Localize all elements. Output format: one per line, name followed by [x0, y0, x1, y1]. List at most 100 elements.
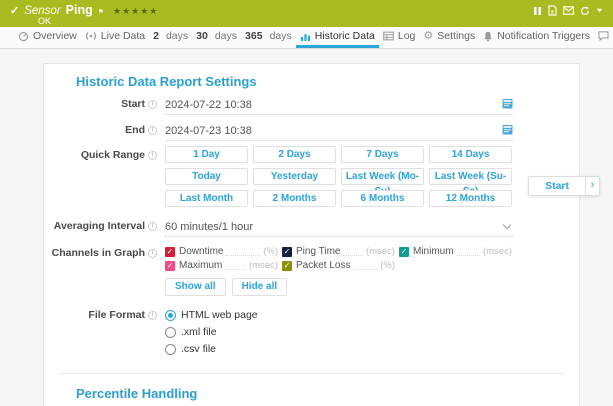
- radio-icon[interactable]: [165, 327, 176, 338]
- start-report-split-button: Start ›: [528, 176, 600, 196]
- report-icon[interactable]: [548, 5, 557, 16]
- quick-range-yesterday-button[interactable]: Yesterday: [253, 168, 336, 185]
- channel-unit: (msec): [366, 246, 395, 257]
- info-icon[interactable]: i: [148, 151, 157, 160]
- channel-minimum[interactable]: ✓ Minimum (msec): [399, 246, 512, 257]
- dotted-leader: [226, 248, 260, 256]
- tab-notification-triggers[interactable]: Notification Triggers: [479, 27, 594, 48]
- quick-range-6-months-button[interactable]: 6 Months: [341, 190, 424, 207]
- refresh-icon[interactable]: [580, 6, 590, 16]
- tab-30-days[interactable]: 30days: [192, 27, 241, 48]
- start-date-value[interactable]: 2024-07-22 10:38: [165, 99, 502, 111]
- quick-range-1-day-button[interactable]: 1 Day: [165, 146, 248, 163]
- end-row: Endi 2024-07-23 10:38: [44, 121, 579, 141]
- channels-label: Channels in Graph: [52, 247, 145, 259]
- info-icon[interactable]: i: [148, 249, 157, 258]
- checkbox-checked-icon[interactable]: ✓: [282, 247, 292, 257]
- start-row: Starti 2024-07-22 10:38: [44, 95, 579, 115]
- show-all-button[interactable]: Show all: [165, 278, 226, 296]
- main-content: Historic Data Report Settings Starti 202…: [0, 49, 613, 406]
- channel-maximum[interactable]: ✓ Maximum (msec): [165, 260, 278, 271]
- quick-range-12-months-button[interactable]: 12 Months: [429, 190, 512, 207]
- averaging-interval-label: Averaging Interval: [54, 220, 145, 232]
- tab-label: Log: [398, 30, 416, 42]
- quick-range-today-button[interactable]: Today: [165, 168, 248, 185]
- hide-all-button[interactable]: Hide all: [232, 278, 288, 296]
- bell-icon: [483, 31, 493, 42]
- pause-icon[interactable]: [533, 6, 542, 16]
- checkbox-checked-icon[interactable]: ✓: [282, 261, 292, 271]
- start-report-button[interactable]: Start: [529, 177, 585, 195]
- end-date-field[interactable]: 2024-07-23 10:38: [165, 121, 513, 141]
- sensor-header: ✓ Sensor Ping ⚑ ★★★★★ OK: [0, 0, 613, 27]
- averaging-interval-row: Averaging Intervali 60 minutes/1 hour: [44, 217, 579, 237]
- channel-packet-loss[interactable]: ✓ Packet Loss (%): [282, 260, 395, 271]
- dotted-leader: [343, 248, 363, 256]
- file-format-row: File Formati HTML web page .xml file .cs…: [44, 309, 579, 360]
- option-label: .xml file: [181, 326, 217, 338]
- radio-icon[interactable]: [165, 344, 176, 355]
- channel-downtime[interactable]: ✓ Downtime (%): [165, 246, 278, 257]
- end-date-value[interactable]: 2024-07-23 10:38: [165, 125, 502, 137]
- start-options-chevron[interactable]: ›: [585, 177, 599, 195]
- quick-range-last-week-mo-su-button[interactable]: Last Week (Mo-Su): [341, 168, 424, 185]
- tab-historic-data[interactable]: Historic Data: [296, 27, 379, 48]
- quick-range-2-months-button[interactable]: 2 Months: [253, 190, 336, 207]
- info-icon[interactable]: i: [148, 222, 157, 231]
- channel-name: Downtime: [179, 246, 223, 257]
- info-icon[interactable]: i: [148, 311, 157, 320]
- file-format-html-option[interactable]: HTML web page: [165, 309, 513, 321]
- option-label: HTML web page: [181, 309, 258, 321]
- tab-settings[interactable]: ⚙ Settings: [419, 27, 479, 48]
- caret-down-icon[interactable]: [596, 8, 603, 13]
- email-icon[interactable]: [563, 6, 574, 15]
- quick-range-last-week-su-sa-button[interactable]: Last Week (Su-Sa): [429, 168, 512, 185]
- radio-selected-icon[interactable]: [165, 310, 176, 321]
- tab-365-days[interactable]: 365days: [241, 27, 296, 48]
- quick-range-7-days-button[interactable]: 7 Days: [341, 146, 424, 163]
- overview-icon: [18, 31, 29, 42]
- tab-2-days[interactable]: 2 days: [149, 27, 192, 48]
- checkbox-checked-icon[interactable]: ✓: [399, 247, 409, 257]
- quick-range-14-days-button[interactable]: 14 Days: [429, 146, 512, 163]
- start-date-field[interactable]: 2024-07-22 10:38: [165, 95, 513, 115]
- status-badge: OK: [38, 16, 603, 26]
- sensor-tab-bar: Overview Live Data 2days 30days 365days …: [0, 27, 613, 49]
- log-icon: [383, 31, 394, 41]
- tab-live-data[interactable]: Live Data: [81, 27, 149, 48]
- file-format-label: File Format: [88, 309, 145, 321]
- sensor-flag-icon: ⚑: [98, 8, 104, 16]
- tab-label: Historic Data: [315, 30, 375, 42]
- file-format-csv-option[interactable]: .csv file: [165, 343, 513, 355]
- info-icon[interactable]: i: [148, 100, 157, 109]
- dotted-leader: [457, 248, 480, 256]
- averaging-interval-value: 60 minutes/1 hour: [165, 221, 504, 233]
- checkbox-checked-icon[interactable]: ✓: [165, 261, 175, 271]
- averaging-interval-select[interactable]: 60 minutes/1 hour: [165, 217, 513, 237]
- tab-label: days: [166, 30, 188, 42]
- dotted-leader: [353, 262, 377, 270]
- calendar-icon[interactable]: [502, 122, 513, 140]
- checkbox-checked-icon[interactable]: ✓: [165, 247, 175, 257]
- channel-unit: (msec): [483, 246, 512, 257]
- status-check-icon: ✓: [10, 4, 19, 17]
- quick-range-2-days-button[interactable]: 2 Days: [253, 146, 336, 163]
- channel-unit: (%): [380, 260, 395, 271]
- section-divider: [59, 373, 564, 374]
- tab-comments[interactable]: Comments: [594, 27, 613, 48]
- report-settings-card: Historic Data Report Settings Starti 202…: [43, 63, 580, 406]
- channel-ping-time[interactable]: ✓ Ping Time (msec): [282, 246, 395, 257]
- channel-name: Ping Time: [296, 246, 340, 257]
- quick-range-last-month-button[interactable]: Last Month: [165, 190, 248, 207]
- file-format-xml-option[interactable]: .xml file: [165, 326, 513, 338]
- tab-log[interactable]: Log: [379, 27, 420, 48]
- priority-stars[interactable]: ★★★★★: [113, 6, 158, 17]
- calendar-icon[interactable]: [502, 96, 513, 114]
- tab-number: 2: [153, 30, 159, 42]
- gear-icon: ⚙: [423, 31, 433, 42]
- channel-unit: (msec): [249, 260, 278, 271]
- info-icon[interactable]: i: [148, 126, 157, 135]
- page-title: Historic Data Report Settings: [76, 74, 579, 89]
- tab-overview[interactable]: Overview: [14, 27, 81, 48]
- channels-row: Channels in Graphi ✓ Downtime (%) ✓ Ping…: [44, 246, 579, 296]
